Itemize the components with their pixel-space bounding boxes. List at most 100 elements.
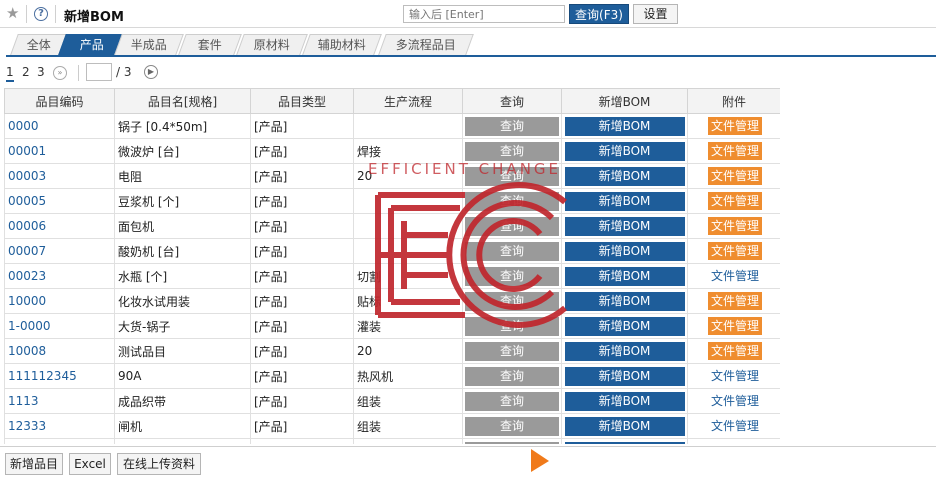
go-page-icon[interactable]: ▶ bbox=[144, 65, 158, 79]
item-type: [产品] bbox=[250, 238, 354, 264]
new-bom-cell: 新增BOM bbox=[561, 288, 688, 314]
query-button[interactable]: 查询 bbox=[465, 291, 559, 311]
item-code-link[interactable]: 10000 bbox=[4, 288, 115, 314]
new-item-button[interactable]: 新增品目 bbox=[5, 453, 63, 475]
file-manage-button[interactable]: 文件管理 bbox=[708, 442, 762, 444]
item-code-link[interactable] bbox=[4, 438, 115, 444]
page-number-input[interactable] bbox=[86, 63, 112, 81]
file-manage-button[interactable]: 文件管理 bbox=[708, 142, 763, 160]
online-upload-button[interactable]: 在线上传资料 bbox=[117, 453, 201, 475]
new-bom-cell: 新增BOM bbox=[561, 163, 688, 189]
tab-raw-material[interactable]: 原材料 bbox=[236, 34, 308, 55]
item-process: 焊接 bbox=[353, 138, 463, 164]
query-button[interactable]: 查询 bbox=[465, 191, 559, 211]
item-type: [产品] bbox=[250, 438, 354, 444]
item-table: 品目编码 品目名[规格] 品目类型 生产流程 查询 新增BOM 附件 0000 锅… bbox=[4, 88, 780, 444]
item-type: [产品] bbox=[250, 388, 354, 414]
query-cell: 查询 bbox=[462, 113, 562, 139]
new-bom-button[interactable]: 新增BOM bbox=[564, 216, 685, 236]
favorite-star-icon[interactable]: ★ bbox=[6, 4, 19, 22]
help-icon[interactable]: ? bbox=[34, 7, 48, 21]
new-bom-button[interactable]: 新增BOM bbox=[564, 291, 685, 311]
query-button[interactable]: 查询 bbox=[465, 141, 559, 161]
new-bom-button[interactable]: 新增BOM bbox=[564, 241, 685, 261]
page-link-3[interactable]: 3 bbox=[37, 65, 45, 79]
query-button[interactable]: 查询 bbox=[465, 416, 559, 436]
query-button[interactable]: 查询 bbox=[465, 241, 559, 261]
new-bom-button[interactable]: 新增BOM bbox=[564, 416, 685, 436]
item-code-link[interactable]: 00001 bbox=[4, 138, 115, 164]
item-name: 测试品目 bbox=[114, 338, 251, 364]
item-code-link[interactable]: 12333 bbox=[4, 413, 115, 439]
attachment-cell: 文件管理 bbox=[687, 188, 780, 214]
item-name: 成品织带 bbox=[114, 388, 251, 414]
new-bom-button[interactable]: 新增BOM bbox=[564, 316, 685, 336]
query-button[interactable]: 查询 bbox=[465, 316, 559, 336]
next-pages-icon[interactable]: » bbox=[53, 66, 67, 80]
tab-semi-finished[interactable]: 半成品 bbox=[114, 34, 184, 55]
column-header-process[interactable]: 生产流程 bbox=[353, 88, 463, 114]
table-row: 0000 锅子 [0.4*50m] [产品] 查询 新增BOM 文件管理 bbox=[4, 113, 780, 139]
tab-multi-process[interactable]: 多流程品目 bbox=[378, 34, 474, 55]
file-manage-button[interactable]: 文件管理 bbox=[708, 217, 763, 235]
file-manage-button[interactable]: 文件管理 bbox=[708, 367, 762, 385]
file-manage-button[interactable]: 文件管理 bbox=[708, 242, 763, 260]
new-bom-button[interactable]: 新增BOM bbox=[564, 341, 685, 361]
query-button[interactable]: 查询 bbox=[465, 366, 559, 386]
item-type: [产品] bbox=[250, 338, 354, 364]
column-header-name[interactable]: 品目名[规格] bbox=[114, 88, 251, 114]
new-bom-button[interactable]: 新增BOM bbox=[564, 116, 685, 136]
item-process bbox=[353, 213, 463, 239]
file-manage-button[interactable]: 文件管理 bbox=[708, 167, 763, 185]
file-manage-button[interactable]: 文件管理 bbox=[708, 392, 762, 410]
search-input[interactable] bbox=[403, 5, 565, 23]
query-button[interactable]: 查询 bbox=[465, 391, 559, 411]
file-manage-button[interactable]: 文件管理 bbox=[708, 192, 763, 210]
new-bom-button[interactable]: 新增BOM bbox=[564, 366, 685, 386]
query-button[interactable]: 查询 bbox=[465, 341, 559, 361]
column-header-type[interactable]: 品目类型 bbox=[250, 88, 354, 114]
item-code-link[interactable]: 00006 bbox=[4, 213, 115, 239]
query-button[interactable]: 查询 bbox=[465, 266, 559, 286]
column-header-new-bom: 新增BOM bbox=[561, 88, 688, 114]
item-code-link[interactable]: 00023 bbox=[4, 263, 115, 289]
item-code-link[interactable]: 1-0000 bbox=[4, 313, 115, 339]
item-code-link[interactable]: 00003 bbox=[4, 163, 115, 189]
new-bom-button[interactable]: 新增BOM bbox=[564, 391, 685, 411]
query-button[interactable]: 查询 bbox=[465, 441, 559, 444]
item-code-link[interactable]: 00005 bbox=[4, 188, 115, 214]
file-manage-button[interactable]: 文件管理 bbox=[708, 317, 763, 335]
item-code-link[interactable]: 00007 bbox=[4, 238, 115, 264]
attachment-cell: 文件管理 bbox=[687, 238, 780, 264]
file-manage-button[interactable]: 文件管理 bbox=[708, 417, 762, 435]
item-name: 闸机 bbox=[114, 413, 251, 439]
new-bom-button[interactable]: 新增BOM bbox=[564, 266, 685, 286]
query-button[interactable]: 查询 bbox=[465, 166, 559, 186]
query-button[interactable]: 查询 bbox=[465, 116, 559, 136]
new-bom-button[interactable]: 新增BOM bbox=[564, 141, 685, 161]
file-manage-button[interactable]: 文件管理 bbox=[708, 267, 762, 285]
new-bom-button[interactable]: 新增BOM bbox=[564, 166, 685, 186]
tab-auxiliary-material[interactable]: 辅助材料 bbox=[302, 34, 382, 55]
page-link-2[interactable]: 2 bbox=[22, 65, 30, 79]
item-code-link[interactable]: 0000 bbox=[4, 113, 115, 139]
item-type: [产品] bbox=[250, 288, 354, 314]
column-header-code[interactable]: 品目编码 bbox=[4, 88, 115, 114]
settings-button[interactable]: 设置 bbox=[633, 4, 678, 24]
file-manage-button[interactable]: 文件管理 bbox=[708, 292, 763, 310]
new-bom-button[interactable]: 新增BOM bbox=[564, 441, 685, 444]
tab-kit[interactable]: 套件 bbox=[178, 34, 242, 55]
file-manage-button[interactable]: 文件管理 bbox=[708, 117, 763, 135]
new-bom-button[interactable]: 新增BOM bbox=[564, 191, 685, 211]
item-code-link[interactable]: 111112345 bbox=[4, 363, 115, 389]
item-code-link[interactable]: 1113 bbox=[4, 388, 115, 414]
page-link-1[interactable]: 1 bbox=[6, 65, 14, 82]
search-button[interactable]: 查询(F3) bbox=[569, 4, 629, 24]
query-button[interactable]: 查询 bbox=[465, 216, 559, 236]
item-type: [产品] bbox=[250, 188, 354, 214]
excel-button[interactable]: Excel bbox=[69, 453, 111, 475]
query-cell: 查询 bbox=[462, 263, 562, 289]
item-code-link[interactable]: 10008 bbox=[4, 338, 115, 364]
query-cell: 查询 bbox=[462, 438, 562, 444]
file-manage-button[interactable]: 文件管理 bbox=[708, 342, 763, 360]
